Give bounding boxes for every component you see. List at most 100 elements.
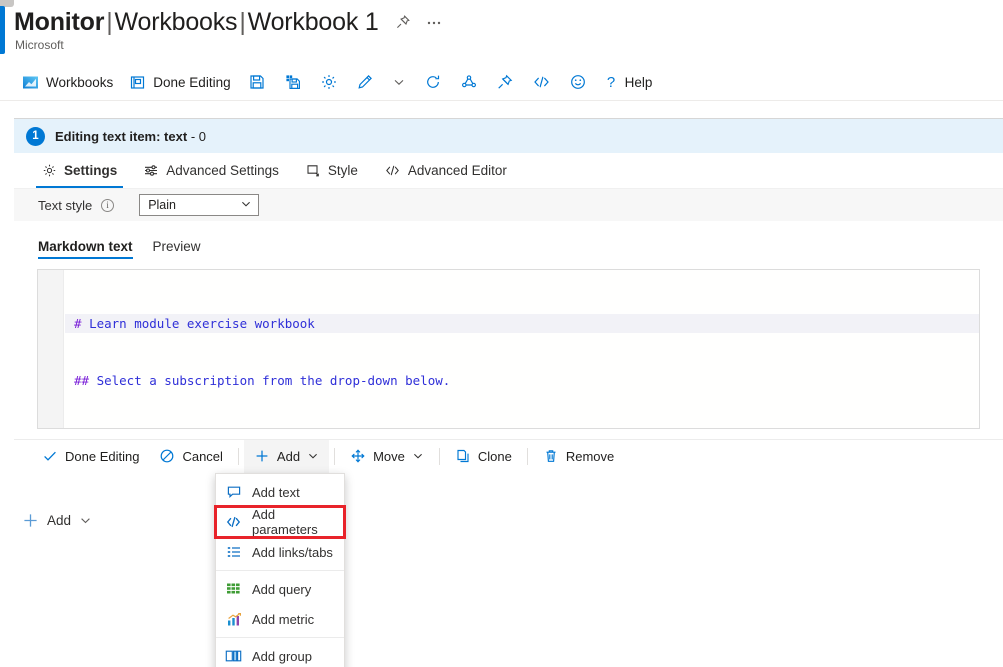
trash-icon: [543, 448, 559, 464]
action-clone[interactable]: Clone: [445, 440, 522, 473]
code-line-1-text: Learn module exercise workbook: [89, 316, 315, 331]
markdown-textarea[interactable]: # Learn module exercise workbook ## Sele…: [37, 269, 980, 429]
command-edit[interactable]: [347, 67, 383, 97]
editor-tabs: Markdown text Preview: [14, 233, 1003, 259]
menu-item-add-metric[interactable]: Add metric: [216, 604, 344, 634]
action-done-editing[interactable]: Done Editing: [32, 440, 149, 473]
editor-content: # Learn module exercise workbook ## Sele…: [65, 276, 979, 428]
action-cancel-label: Cancel: [182, 448, 223, 464]
checkmark-icon: [42, 448, 58, 464]
editing-panel-header: 1 Editing text item: text - 0: [14, 119, 1003, 153]
page-title: Monitor|Workbooks|Workbook 1: [14, 6, 379, 38]
command-bar-divider: [0, 100, 1003, 101]
command-share[interactable]: [451, 67, 487, 97]
menu-item-add-parameters[interactable]: Add parameters: [214, 505, 346, 539]
command-done-editing-label: Done Editing: [153, 74, 231, 90]
editor-tab-preview[interactable]: Preview: [153, 239, 201, 259]
share-icon: [460, 73, 478, 91]
text-style-select-value: Plain: [148, 198, 176, 212]
menu-item-add-parameters-label: Add parameters: [252, 507, 318, 537]
panel-tabs: Settings Advanced Settings Style Advance…: [14, 153, 1003, 188]
speech-bubble-icon: [225, 484, 242, 500]
chevron-down-icon: [79, 514, 92, 527]
workbooks-icon: [22, 74, 39, 91]
code-line-2-text: Select a subscription from the drop-down…: [96, 373, 451, 388]
menu-item-add-links-tabs[interactable]: Add links/tabs: [216, 537, 344, 567]
chevron-down-icon: [240, 198, 252, 213]
tab-settings-label: Settings: [64, 163, 118, 178]
text-style-select[interactable]: Plain: [139, 194, 260, 216]
command-feedback[interactable]: [560, 67, 596, 97]
command-edit-chevron[interactable]: [383, 67, 415, 97]
menu-item-add-query[interactable]: Add query: [216, 574, 344, 604]
app-root: Monitor|Workbooks|Workbook 1 Microsoft W…: [0, 0, 1003, 667]
action-move[interactable]: Move: [340, 440, 434, 473]
command-bar: Workbooks Done Editing ? Help: [0, 64, 1003, 100]
command-workbooks[interactable]: Workbooks: [14, 67, 121, 97]
tab-advanced-settings-label: Advanced Settings: [166, 163, 279, 178]
ellipsis-icon[interactable]: [425, 14, 443, 30]
tab-style[interactable]: Style: [295, 153, 368, 188]
cancel-circle-icon: [159, 448, 175, 464]
markdown-editor-section: Markdown text Preview # Learn module exe…: [14, 221, 1003, 429]
action-remove[interactable]: Remove: [533, 440, 624, 473]
menu-item-add-group-label: Add group: [252, 648, 312, 664]
footer-add-button[interactable]: Add: [14, 508, 100, 533]
command-settings[interactable]: [311, 67, 347, 97]
command-save[interactable]: [239, 67, 275, 97]
group-panel-icon: [225, 649, 242, 663]
command-code[interactable]: [523, 67, 560, 97]
tab-advanced-settings[interactable]: Advanced Settings: [133, 153, 289, 188]
question-mark-icon: ?: [604, 73, 618, 91]
svg-text:?: ?: [606, 74, 614, 91]
pin-icon[interactable]: [395, 14, 411, 30]
command-done-editing[interactable]: Done Editing: [121, 67, 238, 97]
grid-green-icon: [225, 582, 242, 596]
info-icon[interactable]: i: [101, 198, 115, 212]
chevron-down-icon: [307, 450, 319, 462]
action-add-label: Add: [276, 448, 301, 464]
plus-icon: [254, 448, 270, 464]
editing-panel-title-suffix: - 0: [190, 128, 206, 144]
chevron-down-icon: [412, 450, 424, 462]
style-icon: [305, 163, 321, 178]
command-help-label: Help: [624, 74, 653, 90]
tab-settings[interactable]: Settings: [32, 153, 127, 188]
menu-item-add-links-tabs-label: Add links/tabs: [252, 544, 333, 560]
command-refresh[interactable]: [415, 67, 451, 97]
action-divider-1: [237, 447, 239, 465]
page-title-part-2: Workbooks: [114, 8, 238, 36]
tab-advanced-editor[interactable]: Advanced Editor: [374, 153, 517, 188]
tab-advanced-editor-label: Advanced Editor: [407, 163, 507, 178]
action-cancel[interactable]: Cancel: [149, 440, 232, 473]
feedback-smiley-icon: [569, 73, 587, 91]
command-save-as[interactable]: [275, 67, 311, 97]
plus-icon: [22, 512, 39, 529]
done-editing-icon: [129, 74, 146, 91]
action-done-editing-label: Done Editing: [65, 448, 140, 464]
code-icon: [532, 73, 551, 91]
command-workbooks-label: Workbooks: [46, 74, 114, 90]
action-add[interactable]: Add: [243, 439, 330, 473]
step-badge: 1: [26, 126, 45, 146]
menu-item-add-group[interactable]: Add group: [216, 641, 344, 667]
page-title-main: Monitor: [14, 8, 105, 36]
tab-style-label: Style: [327, 163, 358, 178]
title-row: Monitor|Workbooks|Workbook 1: [14, 6, 443, 38]
command-help[interactable]: ? Help: [596, 67, 661, 97]
pin-icon: [496, 73, 514, 91]
gear-icon: [320, 73, 338, 91]
menu-item-add-text[interactable]: Add text: [216, 477, 344, 507]
action-divider-2: [334, 447, 336, 465]
add-dropdown-menu: Add text Add parameters Add links/tabs A…: [214, 473, 346, 667]
action-divider-4: [526, 447, 528, 465]
editor-tab-markdown[interactable]: Markdown text: [38, 239, 133, 259]
move-arrows-icon: [350, 448, 366, 464]
action-move-label: Move: [373, 448, 405, 464]
menu-item-add-text-label: Add text: [252, 484, 300, 500]
editing-panel: 1 Editing text item: text - 0 Settings A…: [14, 118, 1003, 473]
command-pin[interactable]: [487, 67, 523, 97]
page-subtitle: Microsoft: [15, 38, 64, 52]
save-as-icon: [284, 73, 302, 91]
action-remove-label: Remove: [565, 448, 615, 464]
